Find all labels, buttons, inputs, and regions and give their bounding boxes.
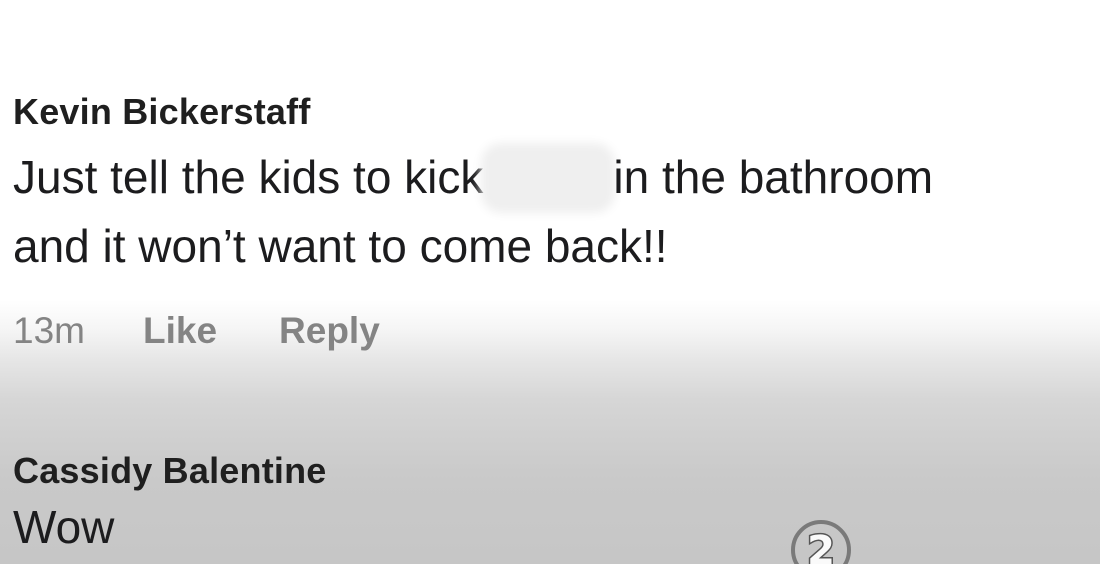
comment-actions: 13m Like Reply [13,307,933,355]
like-button[interactable]: Like [143,307,217,355]
channel-2-logo-icon: 2 [791,520,851,564]
comment-text-end: in the bathroom [613,151,934,203]
comment-body-line-2: and it won’t want to come back!! [13,220,668,272]
redaction-blur [489,151,608,205]
comment-item: Kevin Bickerstaff Just tell the kids to … [13,88,933,355]
reply-button[interactable]: Reply [279,307,380,355]
logo-number: 2 [807,528,835,564]
comment-body: Just tell the kids to kick in the bathroo… [13,143,933,281]
comment-timestamp[interactable]: 13m [13,307,85,355]
comment-author-name[interactable]: Kevin Bickerstaff [13,88,933,136]
comment-body: Wow [13,501,115,553]
comment-item: Cassidy Balentine Wow [13,447,327,557]
comment-text-start: Just tell the kids to kick [13,151,484,203]
comment-author-name[interactable]: Cassidy Balentine [13,447,327,495]
comment-body-line-1: Just tell the kids to kick in the bathroo… [13,143,933,212]
